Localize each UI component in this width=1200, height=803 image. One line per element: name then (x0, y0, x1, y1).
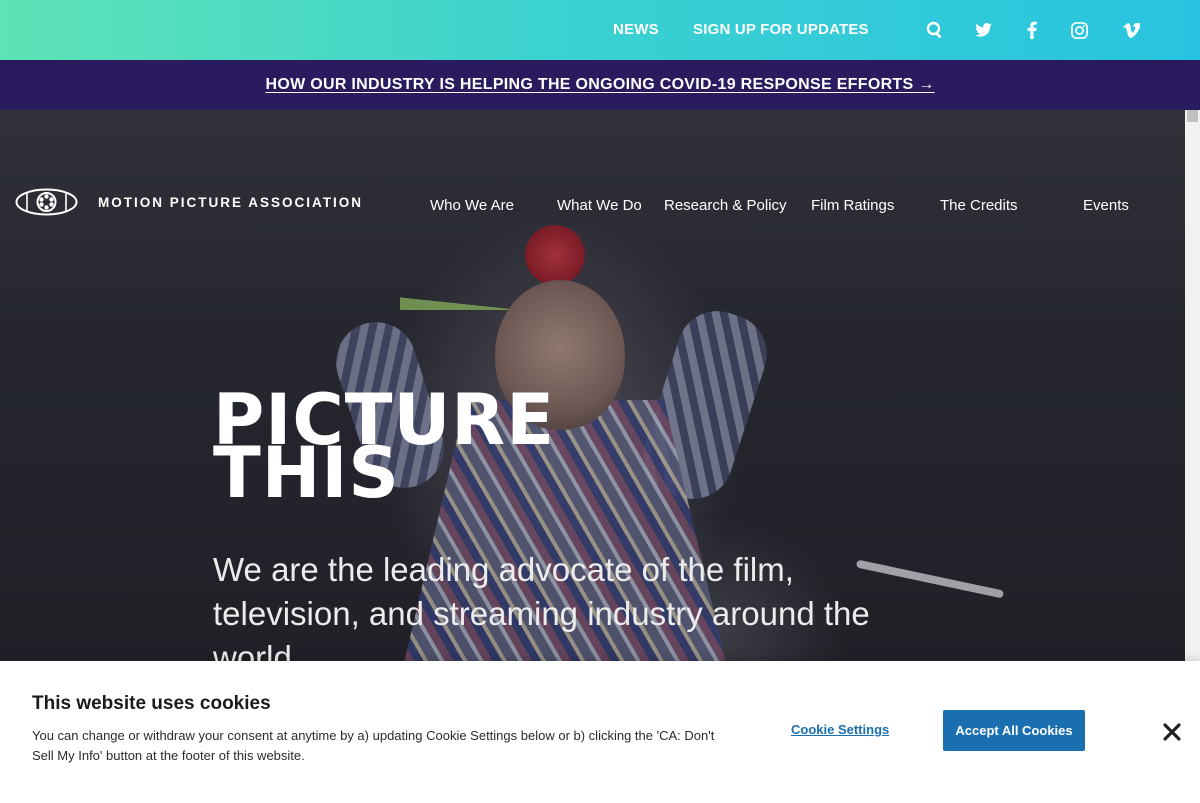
twitter-icon[interactable] (969, 16, 997, 44)
main-nav: Who We Are What We Do Research & Policy … (0, 197, 1185, 217)
nav-film-ratings[interactable]: Film Ratings (811, 197, 894, 214)
nav-events[interactable]: Events (1083, 197, 1129, 214)
page-scrollbar[interactable] (1185, 110, 1200, 661)
cookie-settings-button[interactable]: Cookie Settings (791, 722, 889, 737)
nav-who-we-are[interactable]: Who We Are (430, 197, 514, 214)
nav-research-policy[interactable]: Research & Policy (664, 197, 787, 214)
news-link[interactable]: NEWS (613, 21, 659, 38)
signup-link[interactable]: SIGN UP FOR UPDATES (693, 21, 869, 38)
vimeo-icon[interactable] (1117, 16, 1145, 44)
covid-banner-link[interactable]: HOW OUR INDUSTRY IS HELPING THE ONGOING … (265, 76, 934, 94)
covid-banner: HOW OUR INDUSTRY IS HELPING THE ONGOING … (0, 60, 1200, 110)
hero-title: PICTURE THIS (213, 385, 555, 508)
top-utility-bar: NEWS SIGN UP FOR UPDATES (0, 0, 1200, 60)
cookie-banner: This website uses cookies You can change… (0, 661, 1200, 803)
nav-the-credits[interactable]: The Credits (940, 197, 1018, 214)
hero-section: MOTION PICTURE ASSOCIATION Who We Are Wh… (0, 110, 1185, 661)
accept-all-cookies-button[interactable]: Accept All Cookies (943, 710, 1085, 751)
cookie-text: You can change or withdraw your consent … (32, 728, 715, 763)
hero-subtitle: We are the leading advocate of the film,… (213, 551, 870, 661)
close-icon[interactable] (1160, 720, 1184, 744)
instagram-icon[interactable] (1065, 16, 1093, 44)
cookie-title: This website uses cookies (32, 693, 271, 714)
facebook-icon[interactable] (1018, 16, 1046, 44)
search-icon[interactable] (921, 16, 949, 44)
nav-what-we-do[interactable]: What We Do (557, 197, 642, 214)
scrollbar-thumb[interactable] (1187, 110, 1198, 122)
